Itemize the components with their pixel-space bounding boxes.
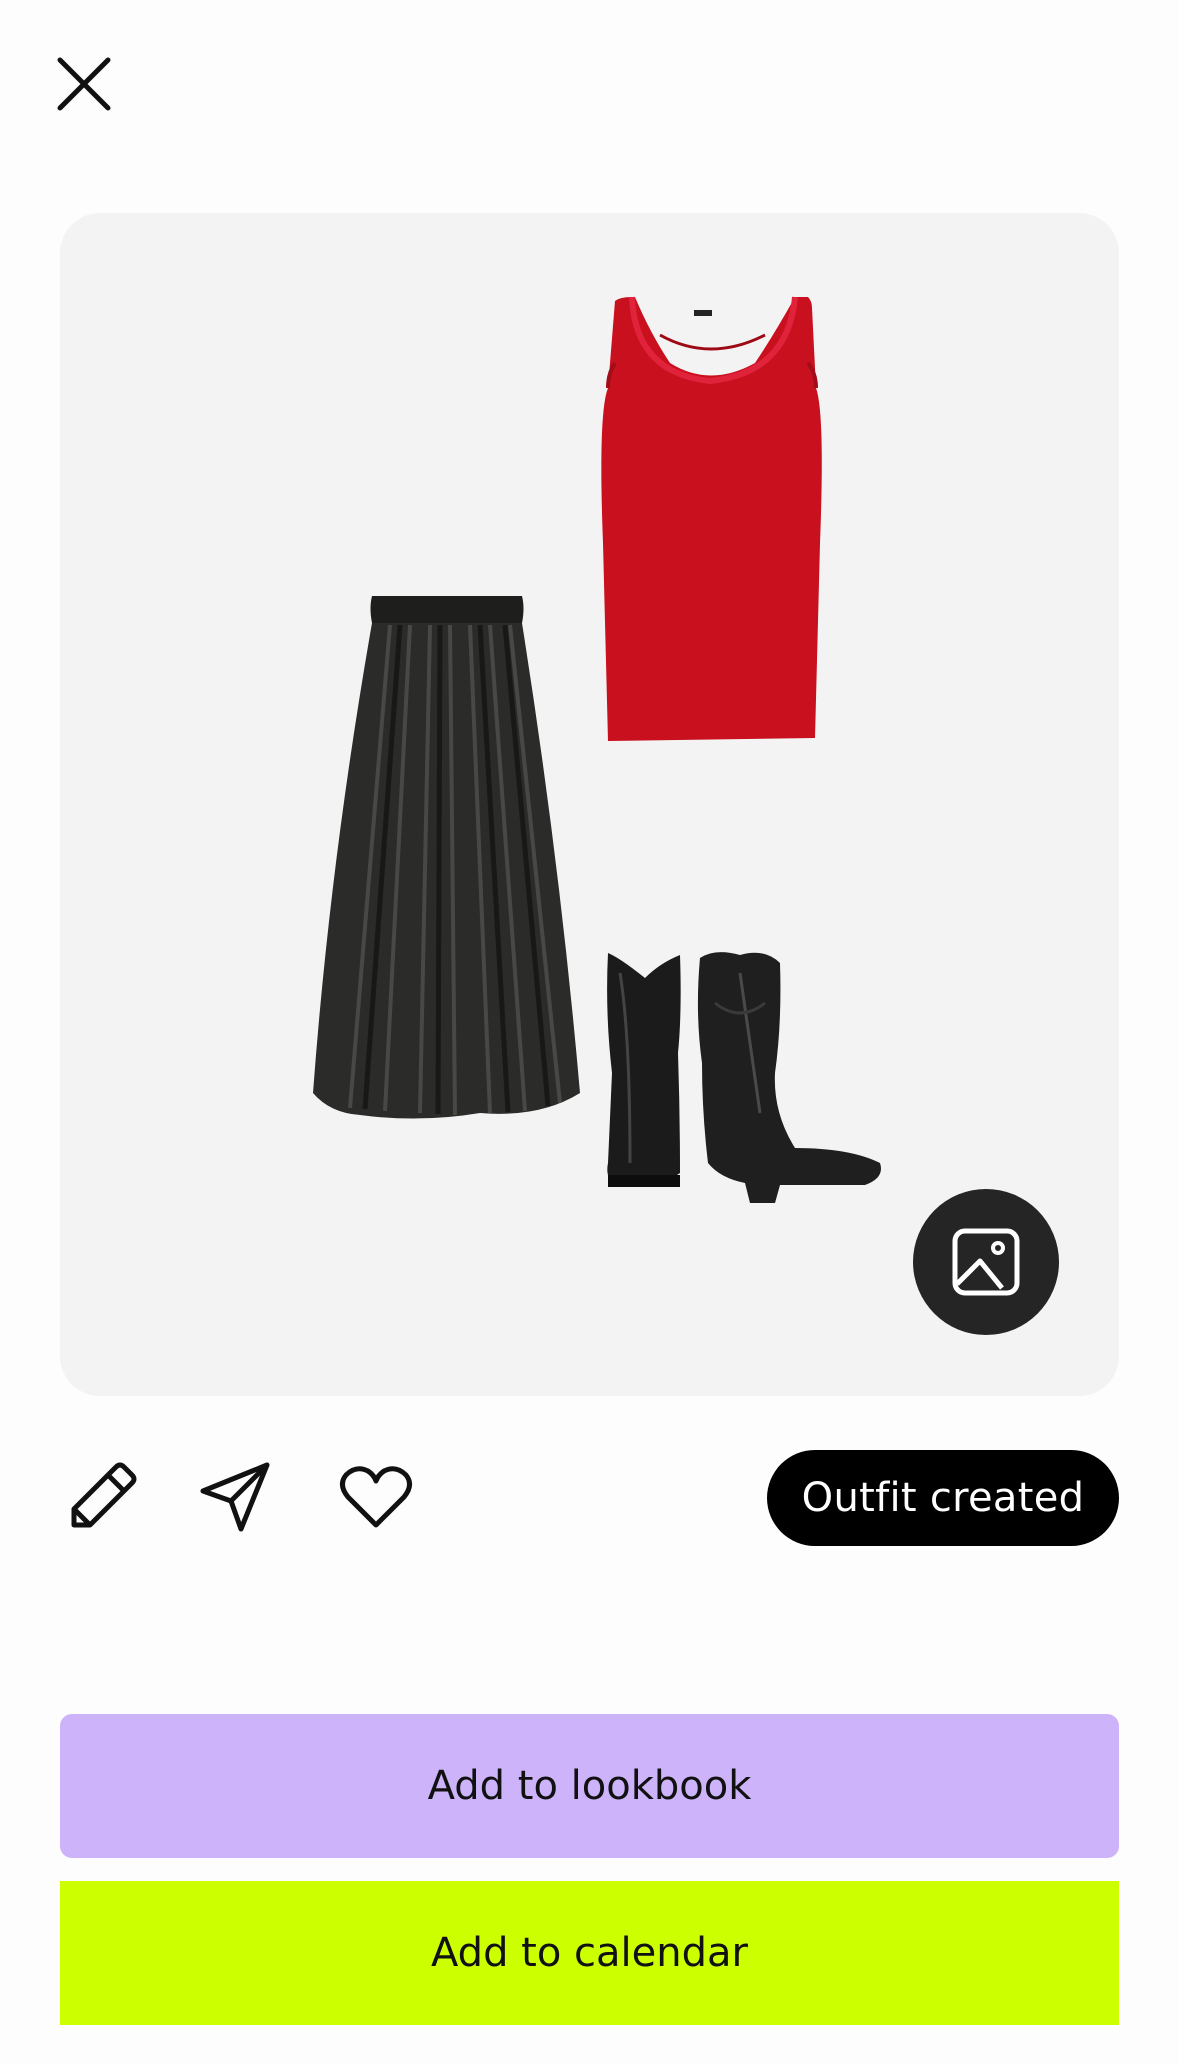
- black-cowboy-boots-image: [607, 952, 881, 1203]
- edit-button[interactable]: [62, 1457, 142, 1537]
- outfit-created-badge: Outfit created: [767, 1450, 1119, 1546]
- favorite-button[interactable]: [336, 1457, 416, 1537]
- add-to-lookbook-label: Add to lookbook: [427, 1763, 752, 1809]
- gallery-button[interactable]: [913, 1189, 1059, 1335]
- pencil-icon: [71, 1462, 137, 1528]
- close-icon: [57, 57, 111, 111]
- add-to-calendar-label: Add to calendar: [431, 1930, 748, 1976]
- send-icon: [200, 1462, 270, 1532]
- share-button[interactable]: [195, 1457, 275, 1537]
- close-button[interactable]: [56, 56, 112, 112]
- heart-icon: [340, 1466, 412, 1528]
- badge-label: Outfit created: [801, 1475, 1085, 1521]
- add-to-calendar-button[interactable]: Add to calendar: [60, 1881, 1119, 2025]
- image-icon: [952, 1228, 1020, 1296]
- black-pleated-skirt-image: [313, 596, 580, 1119]
- add-to-lookbook-button[interactable]: Add to lookbook: [60, 1714, 1119, 1858]
- red-tank-top-image: [601, 296, 822, 741]
